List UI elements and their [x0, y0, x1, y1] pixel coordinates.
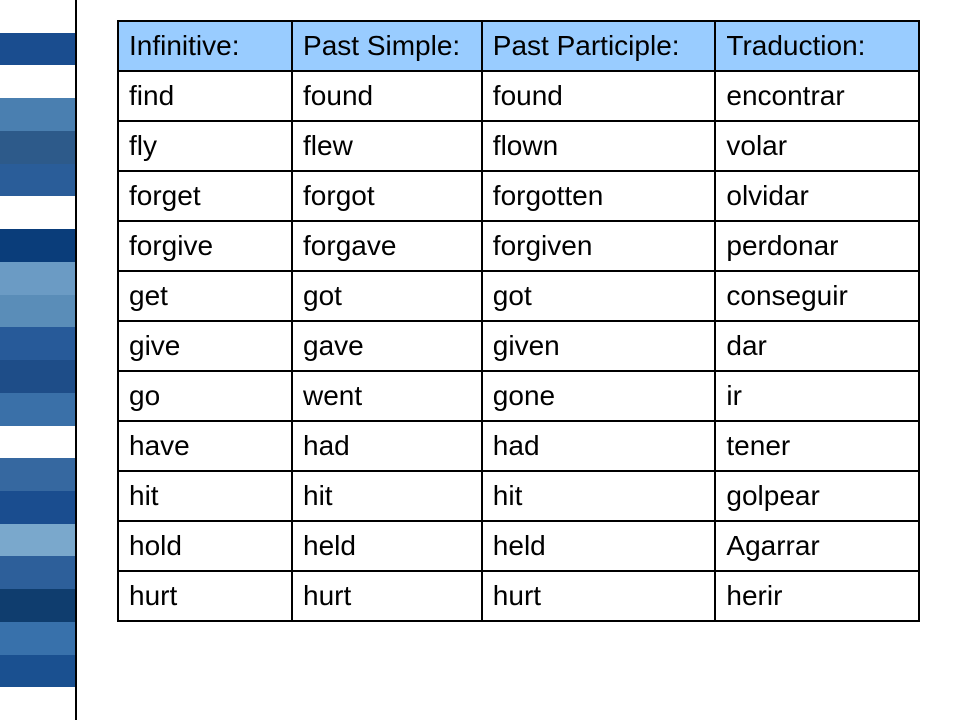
cell-past-simple: got	[292, 271, 482, 321]
cell-past-simple: went	[292, 371, 482, 421]
cell-traduction: conseguir	[715, 271, 919, 321]
stripe	[0, 687, 75, 720]
cell-traduction: volar	[715, 121, 919, 171]
cell-infinitive: fly	[118, 121, 292, 171]
table-row: forgive forgave forgiven perdonar	[118, 221, 919, 271]
stripe	[0, 65, 75, 98]
stripe	[0, 131, 75, 164]
table-row: fly flew flown volar	[118, 121, 919, 171]
stripe	[0, 393, 75, 426]
stripe	[0, 0, 75, 33]
cell-past-participle: forgotten	[482, 171, 716, 221]
cell-past-participle: gone	[482, 371, 716, 421]
cell-infinitive: hit	[118, 471, 292, 521]
cell-infinitive: find	[118, 71, 292, 121]
cell-past-participle: forgiven	[482, 221, 716, 271]
table-header-row: Infinitive: Past Simple: Past Participle…	[118, 21, 919, 71]
cell-past-participle: hurt	[482, 571, 716, 621]
cell-traduction: Agarrar	[715, 521, 919, 571]
stripe	[0, 196, 75, 229]
stripe	[0, 491, 75, 524]
cell-infinitive: go	[118, 371, 292, 421]
cell-past-simple: hurt	[292, 571, 482, 621]
stripe	[0, 655, 75, 688]
cell-past-participle: found	[482, 71, 716, 121]
cell-infinitive: hurt	[118, 571, 292, 621]
table-row: hit hit hit golpear	[118, 471, 919, 521]
cell-past-simple: forgave	[292, 221, 482, 271]
table-row: get got got conseguir	[118, 271, 919, 321]
stripe	[0, 33, 75, 66]
verbs-table: Infinitive: Past Simple: Past Participle…	[117, 20, 920, 622]
header-past-simple: Past Simple:	[292, 21, 482, 71]
cell-infinitive: forgive	[118, 221, 292, 271]
cell-traduction: ir	[715, 371, 919, 421]
cell-traduction: olvidar	[715, 171, 919, 221]
stripe	[0, 556, 75, 589]
cell-infinitive: forget	[118, 171, 292, 221]
cell-past-simple: hit	[292, 471, 482, 521]
cell-infinitive: hold	[118, 521, 292, 571]
table-container: Infinitive: Past Simple: Past Participle…	[77, 0, 960, 720]
cell-infinitive: give	[118, 321, 292, 371]
stripe	[0, 164, 75, 197]
stripe	[0, 426, 75, 459]
cell-past-simple: gave	[292, 321, 482, 371]
table-row: have had had tener	[118, 421, 919, 471]
cell-traduction: tener	[715, 421, 919, 471]
cell-traduction: encontrar	[715, 71, 919, 121]
stripe	[0, 98, 75, 131]
stripe	[0, 295, 75, 328]
cell-past-simple: found	[292, 71, 482, 121]
cell-past-participle: hit	[482, 471, 716, 521]
table-row: forget forgot forgotten olvidar	[118, 171, 919, 221]
cell-traduction: golpear	[715, 471, 919, 521]
cell-past-participle: held	[482, 521, 716, 571]
cell-traduction: perdonar	[715, 221, 919, 271]
table-row: go went gone ir	[118, 371, 919, 421]
header-traduction: Traduction:	[715, 21, 919, 71]
cell-past-simple: had	[292, 421, 482, 471]
stripe	[0, 458, 75, 491]
cell-past-simple: flew	[292, 121, 482, 171]
cell-past-participle: got	[482, 271, 716, 321]
stripe	[0, 229, 75, 262]
stripe	[0, 524, 75, 557]
stripe	[0, 360, 75, 393]
stripe	[0, 589, 75, 622]
stripe	[0, 327, 75, 360]
cell-traduction: dar	[715, 321, 919, 371]
header-infinitive: Infinitive:	[118, 21, 292, 71]
cell-infinitive: get	[118, 271, 292, 321]
table-row: hold held held Agarrar	[118, 521, 919, 571]
table-row: hurt hurt hurt herir	[118, 571, 919, 621]
stripe	[0, 262, 75, 295]
cell-past-participle: given	[482, 321, 716, 371]
decorative-sidebar	[0, 0, 77, 720]
cell-past-participle: had	[482, 421, 716, 471]
header-past-participle: Past Participle:	[482, 21, 716, 71]
table-row: find found found encontrar	[118, 71, 919, 121]
cell-traduction: herir	[715, 571, 919, 621]
cell-past-simple: held	[292, 521, 482, 571]
cell-past-simple: forgot	[292, 171, 482, 221]
stripe	[0, 622, 75, 655]
table-row: give gave given dar	[118, 321, 919, 371]
cell-infinitive: have	[118, 421, 292, 471]
cell-past-participle: flown	[482, 121, 716, 171]
